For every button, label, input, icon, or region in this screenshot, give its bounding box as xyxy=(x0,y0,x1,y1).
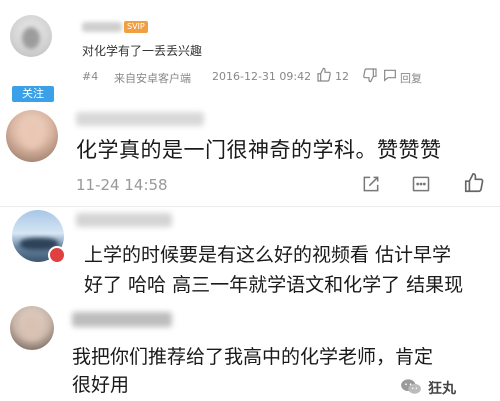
comment-text: 对化学有了一丢丢兴趣 xyxy=(82,44,203,58)
comment-time: 11-24 14:58 xyxy=(76,176,168,194)
floor-number: #4 xyxy=(82,70,99,83)
vip-badge: SVIP xyxy=(124,21,148,33)
reply-button[interactable]: 回复 xyxy=(400,70,422,86)
comment-text: 很好用 xyxy=(72,374,130,396)
more-icon[interactable] xyxy=(411,174,431,194)
wechat-icon xyxy=(400,378,422,396)
thumbs-up-icon[interactable] xyxy=(463,172,485,194)
username-blurred xyxy=(72,312,172,327)
divider xyxy=(0,206,500,207)
comment-text: 好了 哈哈 高三一年就学语文和化学了 结果现 xyxy=(84,274,464,296)
follow-button[interactable]: 关注 xyxy=(12,86,54,102)
comment-time: 2016-12-31 09:42 xyxy=(212,70,312,83)
watermark-text: 狂丸 xyxy=(428,381,456,397)
avatar[interactable] xyxy=(10,306,54,350)
share-icon[interactable] xyxy=(361,174,381,194)
comment-text: 我把你们推荐给了我高中的化学老师，肯定 xyxy=(72,346,434,368)
comment-text: 化学真的是一门很神奇的学科。赞赞赞 xyxy=(76,138,442,162)
comment-text: 上学的时候要是有这么好的视频看 估计早学 xyxy=(84,244,452,266)
reply-icon[interactable] xyxy=(382,67,398,83)
username-blurred xyxy=(76,213,172,227)
like-count: 12 xyxy=(335,70,349,83)
comment-source: 来自安卓客户端 xyxy=(114,72,191,85)
username-blurred xyxy=(76,112,204,126)
thumbs-up-icon[interactable] xyxy=(316,67,332,83)
username-blurred xyxy=(82,22,122,32)
avatar[interactable] xyxy=(10,15,52,57)
thumbs-down-icon[interactable] xyxy=(362,67,378,83)
avatar[interactable] xyxy=(6,110,58,162)
avatar-badge xyxy=(48,246,66,264)
